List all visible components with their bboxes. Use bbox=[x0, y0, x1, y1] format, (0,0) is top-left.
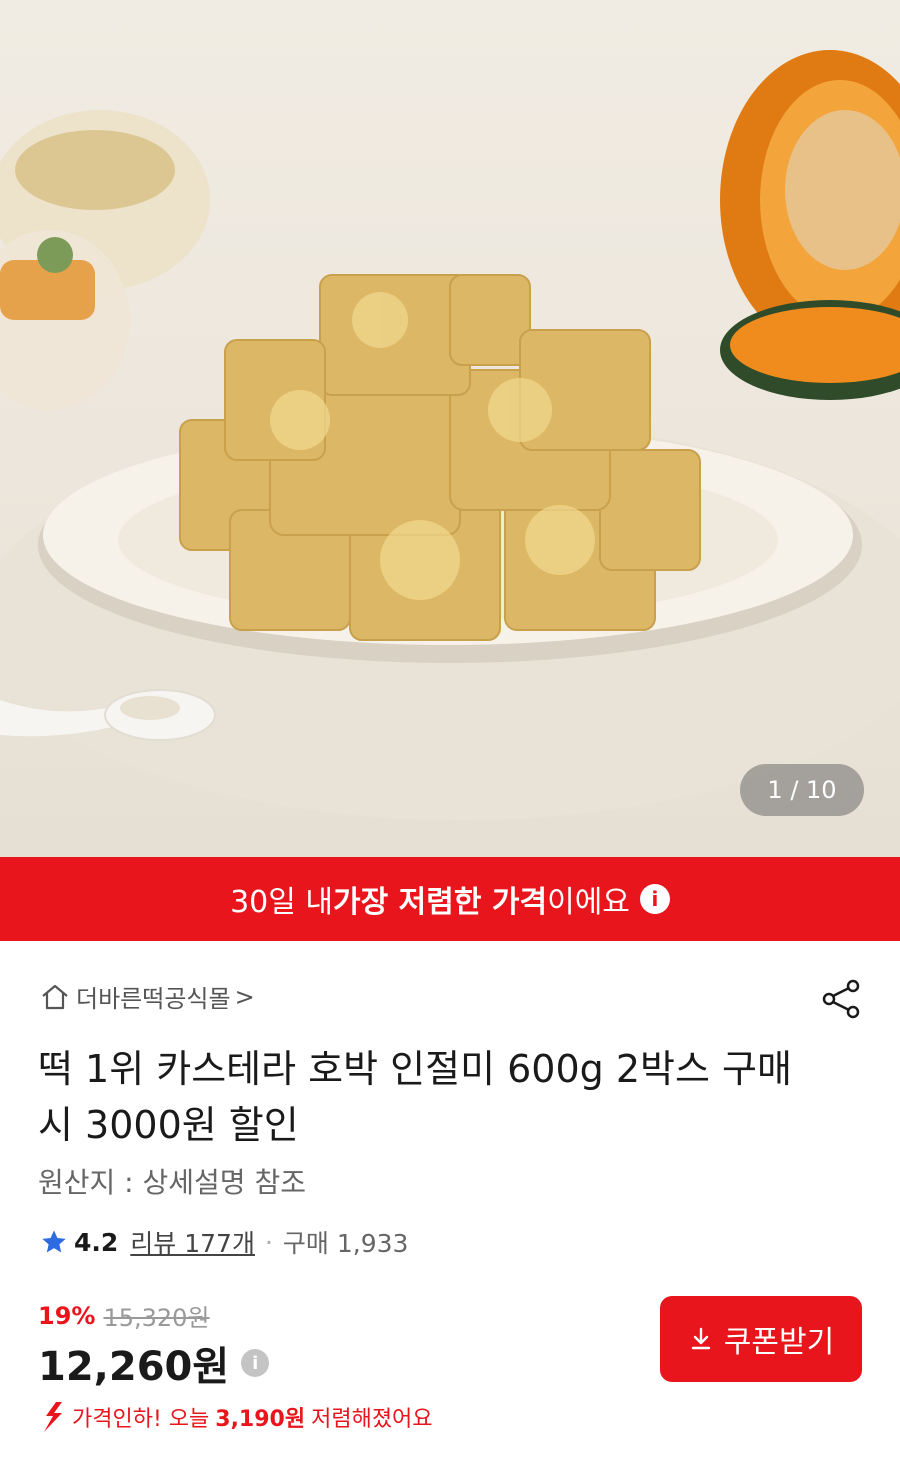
coupon-button[interactable]: 쿠폰받기 bbox=[660, 1296, 862, 1382]
sale-price: 12,260원 bbox=[38, 1344, 230, 1390]
download-icon bbox=[691, 1327, 710, 1350]
drop-prefix: 가격인하! 오늘 bbox=[72, 1407, 210, 1432]
info-icon[interactable]: i bbox=[639, 884, 670, 914]
rating-row: 4.2 리뷰 177개 · 구매 1,933 bbox=[40, 1224, 408, 1260]
product-origin: 원산지 : 상세설명 참조 bbox=[38, 1166, 306, 1199]
review-link[interactable]: 리뷰 177개 bbox=[130, 1224, 255, 1260]
price-info-icon[interactable]: i bbox=[241, 1349, 270, 1377]
store-name: 더바른떡공식몰 bbox=[76, 985, 231, 1013]
banner-suffix: 이에요 bbox=[547, 885, 630, 920]
share-icon[interactable] bbox=[820, 977, 864, 1021]
banner-highlight: 가장 저렴한 가격 bbox=[333, 885, 548, 920]
product-photo bbox=[0, 50, 900, 820]
banner-prefix: 30일 내 bbox=[230, 885, 333, 920]
lowest-price-banner[interactable]: 30일 내 가장 저렴한 가격 이에요 i bbox=[0, 857, 900, 941]
image-counter: 1 / 10 bbox=[740, 764, 864, 816]
product-image-gallery[interactable]: 1 / 10 bbox=[0, 0, 900, 857]
star-icon bbox=[42, 1230, 66, 1253]
drop-amount: 3,190원 bbox=[215, 1407, 306, 1432]
discount-percent: 19% bbox=[38, 1301, 96, 1330]
price-drop-arrow-icon bbox=[44, 1402, 62, 1432]
rating-score: 4.2 bbox=[74, 1227, 119, 1257]
home-icon bbox=[42, 984, 68, 1009]
original-price: 15,320원 bbox=[103, 1304, 210, 1332]
purchase-count: 구매 1,933 bbox=[282, 1229, 409, 1258]
price-drop-notice: 가격인하! 오늘 3,190원 저렴해졌어요 bbox=[40, 1401, 433, 1433]
coupon-label: 쿠폰받기 bbox=[723, 1325, 835, 1360]
discount-line: 19% 15,320원 bbox=[38, 1298, 210, 1333]
separator-dot: · bbox=[264, 1227, 273, 1257]
chevron-right-icon: > bbox=[234, 982, 255, 1011]
product-title: 떡 1위 카스테라 호박 인절미 600g 2박스 구매시 3000원 할인 bbox=[38, 1047, 792, 1147]
drop-suffix: 저렴해졌어요 bbox=[311, 1407, 433, 1432]
sale-price-row: 12,260원 i bbox=[38, 1334, 270, 1392]
store-link[interactable]: 더바른떡공식몰 > bbox=[40, 979, 255, 1014]
